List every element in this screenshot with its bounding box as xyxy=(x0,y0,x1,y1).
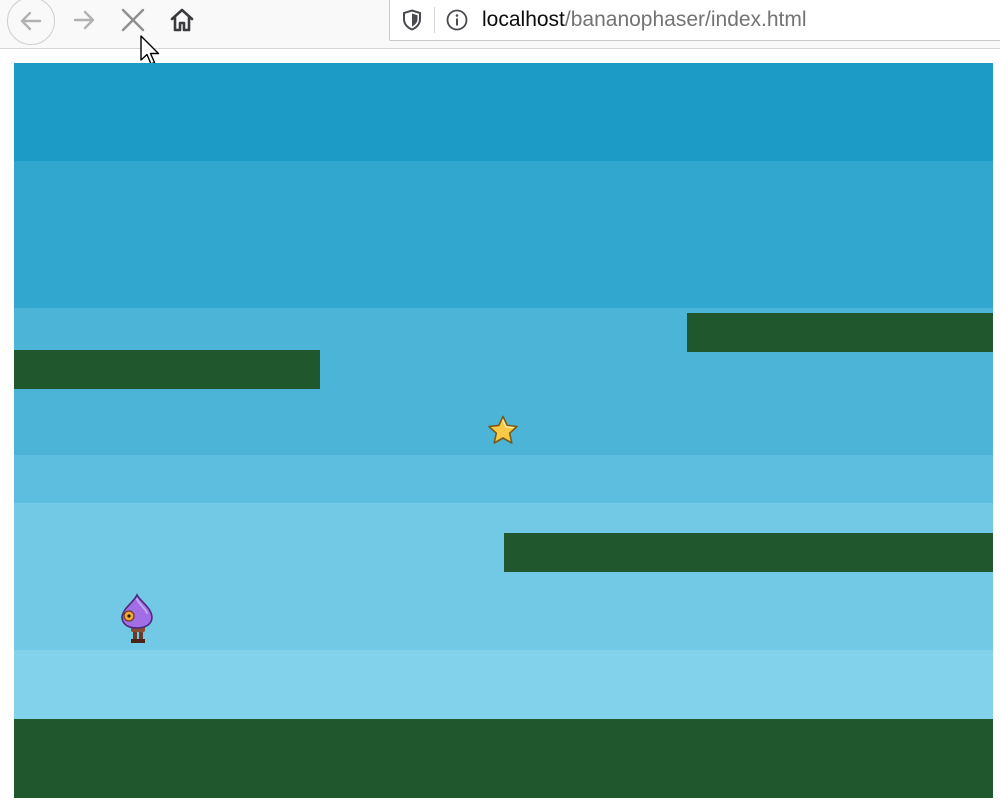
browser-toolbar: localhost/bananophaser/index.html xyxy=(0,0,1000,65)
back-arrow-icon xyxy=(20,11,42,31)
stop-button[interactable] xyxy=(113,0,153,40)
ledge-platform-left xyxy=(14,350,320,389)
sky-band xyxy=(14,455,993,503)
info-icon[interactable] xyxy=(446,9,468,31)
forward-button[interactable] xyxy=(64,0,104,40)
game-canvas[interactable] xyxy=(14,63,993,798)
url-text[interactable]: localhost/bananophaser/index.html xyxy=(482,7,807,33)
sky-band xyxy=(14,503,993,650)
ledge-platform-upper-right xyxy=(687,313,993,352)
url-host: localhost xyxy=(482,8,565,31)
sky-band xyxy=(14,63,993,161)
forward-arrow-icon xyxy=(73,10,95,30)
url-bar[interactable]: localhost/bananophaser/index.html xyxy=(389,0,1000,41)
star-icon xyxy=(488,415,518,444)
ground-platform xyxy=(14,719,993,798)
home-icon xyxy=(170,8,194,32)
sky-band xyxy=(14,161,993,308)
ledge-platform-middle-right xyxy=(504,533,993,572)
back-button[interactable] xyxy=(7,0,55,45)
home-button[interactable] xyxy=(162,0,202,40)
close-icon xyxy=(121,8,145,32)
sky-band xyxy=(14,650,993,720)
url-path: /bananophaser/index.html xyxy=(564,8,807,31)
player-character[interactable] xyxy=(118,593,156,645)
url-separator xyxy=(434,7,435,33)
shield-icon[interactable] xyxy=(402,9,422,31)
